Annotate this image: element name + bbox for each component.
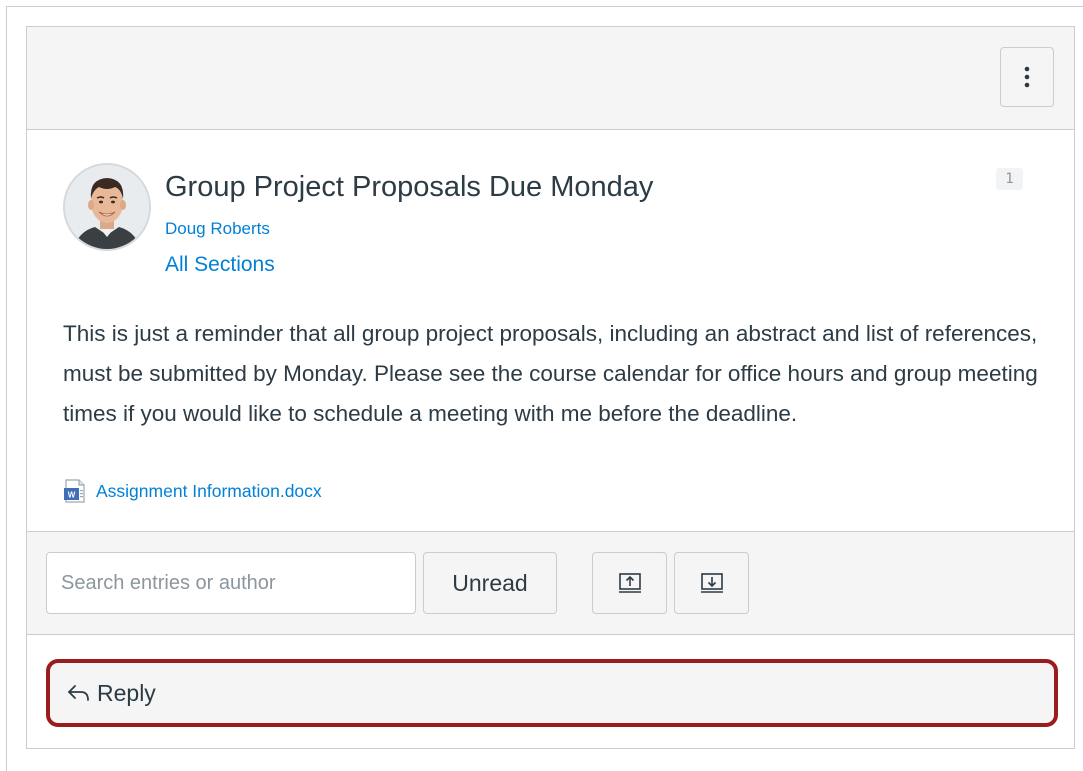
reply-count-badge: 1 bbox=[996, 168, 1023, 190]
attachment-link[interactable]: W Assignment Information.docx bbox=[63, 477, 322, 505]
word-document-icon: W bbox=[64, 479, 85, 503]
collapse-replies-button[interactable] bbox=[592, 552, 667, 614]
user-photo bbox=[65, 165, 149, 249]
unread-filter-button[interactable]: Unread bbox=[423, 552, 557, 614]
discussion-panel: Group Project Proposals Due Monday 1 Dou… bbox=[26, 26, 1075, 749]
expand-down-icon bbox=[700, 573, 723, 593]
attachment-name: Assignment Information.docx bbox=[96, 480, 322, 501]
reply-button[interactable]: Reply bbox=[46, 659, 1058, 727]
options-menu-button[interactable] bbox=[1000, 47, 1054, 107]
sections-link[interactable]: All Sections bbox=[165, 253, 275, 277]
svg-text:W: W bbox=[68, 491, 76, 500]
kebab-vertical-icon bbox=[1024, 66, 1030, 88]
avatar[interactable] bbox=[63, 163, 151, 251]
discussion-filter-bar: Unread bbox=[27, 531, 1074, 635]
announcement-title: Group Project Proposals Due Monday bbox=[165, 171, 654, 203]
expand-replies-button[interactable] bbox=[674, 552, 749, 614]
reply-arrow-icon bbox=[67, 683, 91, 703]
author-link[interactable]: Doug Roberts bbox=[165, 219, 270, 239]
reply-label: Reply bbox=[97, 679, 156, 706]
discussion-header-bar bbox=[27, 27, 1074, 130]
search-input[interactable] bbox=[46, 552, 416, 614]
announcement-body: This is just a reminder that all group p… bbox=[63, 321, 1038, 426]
collapse-up-icon bbox=[618, 573, 641, 593]
